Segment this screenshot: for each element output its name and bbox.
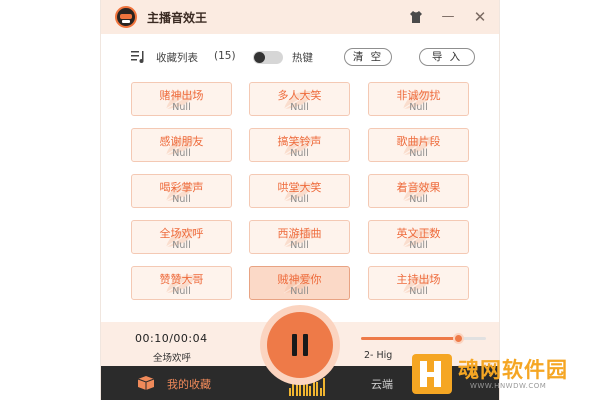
sound-hotkey: Null: [172, 240, 191, 251]
sound-button[interactable]: 贼神爱你 Null: [249, 266, 350, 300]
sound-hotkey: Null: [409, 194, 428, 205]
watermark-url: WWW.HNWDW.COM: [470, 382, 547, 390]
playlist-icon: [131, 51, 144, 63]
sound-name: 歌曲片段: [396, 135, 441, 148]
sound-name: 哄堂大笑: [277, 181, 322, 194]
sound-name: 英文正数: [396, 227, 441, 240]
watermark-h-icon: [412, 354, 452, 394]
sound-hotkey: Null: [290, 102, 309, 113]
sound-button[interactable]: 歌曲片段 Null: [368, 128, 469, 162]
sound-hotkey: Null: [409, 240, 428, 251]
sound-hotkey: Null: [172, 148, 191, 159]
sound-hotkey: Null: [290, 194, 309, 205]
sound-button[interactable]: 感谢朋友 Null: [131, 128, 232, 162]
favorites-box-icon: [137, 376, 155, 390]
now-playing-name: 全场欢呼: [153, 353, 192, 364]
wave-bar: [292, 382, 295, 396]
sound-name: 西游插曲: [277, 227, 322, 240]
minimize-icon[interactable]: —: [439, 8, 457, 26]
sound-button[interactable]: 喝彩掌声 Null: [131, 174, 232, 208]
sound-button[interactable]: 哄堂大笑 Null: [249, 174, 350, 208]
app-logo-icon: [115, 6, 137, 28]
sound-name: 着音效果: [396, 181, 441, 194]
sound-name: 搞笑铃声: [277, 135, 322, 148]
sound-name: 喝彩掌声: [159, 181, 204, 194]
sound-button[interactable]: 多人大笑 Null: [249, 82, 350, 116]
sound-hotkey: Null: [409, 286, 428, 297]
sound-button[interactable]: 赞赞大哥 Null: [131, 266, 232, 300]
pause-button[interactable]: [267, 312, 333, 378]
sound-name: 贼神爱你: [277, 273, 322, 286]
wave-bar: [316, 382, 319, 396]
wave-bar: [312, 374, 315, 396]
favorites-label: 收藏列表: [156, 52, 198, 64]
title-bar: 主播音效王 — ✕: [101, 0, 499, 34]
watermark-name: 魂网软件园: [458, 358, 568, 382]
wave-bar: [323, 378, 325, 396]
wave-bar: [299, 384, 302, 396]
sound-button[interactable]: 全场欢呼 Null: [131, 220, 232, 254]
wave-bar: [309, 386, 312, 396]
sound-hotkey: Null: [409, 102, 428, 113]
close-icon[interactable]: ✕: [471, 8, 489, 26]
sound-hotkey: Null: [409, 148, 428, 159]
sound-hotkey: Null: [290, 240, 309, 251]
sound-name: 主持出场: [396, 273, 441, 286]
pause-bar-right: [303, 334, 308, 356]
app-title: 主播音效王: [147, 11, 208, 25]
sound-name: 全场欢呼: [159, 227, 204, 240]
sound-button[interactable]: 西游插曲 Null: [249, 220, 350, 254]
toolbar: 收藏列表 (15) 热键 清 空 导 入: [101, 44, 499, 70]
cloud-tab[interactable]: 云端: [371, 376, 393, 392]
playback-time: 00:10/00:04: [135, 332, 208, 345]
wave-bar: [295, 376, 298, 396]
volume-slider[interactable]: [361, 333, 486, 344]
sound-name: 赞赞大哥: [159, 273, 204, 286]
clear-button[interactable]: 清 空: [344, 48, 392, 66]
favorites-count: (15): [214, 50, 236, 62]
sound-button[interactable]: 着音效果 Null: [368, 174, 469, 208]
import-button[interactable]: 导 入: [419, 48, 475, 66]
wave-bar: [319, 388, 322, 396]
sound-name: 感谢朋友: [159, 135, 204, 148]
sound-button[interactable]: 非诚勿扰 Null: [368, 82, 469, 116]
hotkey-toggle[interactable]: [253, 51, 283, 64]
quality-label: 2- Hig: [364, 350, 393, 361]
sound-button[interactable]: 英文正数 Null: [368, 220, 469, 254]
volume-knob[interactable]: [452, 333, 464, 344]
sound-button[interactable]: 搞笑铃声 Null: [249, 128, 350, 162]
wave-bar: [306, 380, 308, 396]
volume-fill: [361, 337, 459, 340]
sound-button[interactable]: 主持出场 Null: [368, 266, 469, 300]
pause-bar-left: [292, 334, 297, 356]
skin-icon[interactable]: [407, 8, 425, 26]
hotkey-label: 热键: [292, 52, 313, 64]
app-window: 主播音效王 — ✕ 收藏列表 (15) 热键 清 空 导 入 赌神出场 Null 多…: [100, 0, 500, 400]
sound-button[interactable]: 赌神出场 Null: [131, 82, 232, 116]
sound-hotkey: Null: [290, 286, 309, 297]
wave-bar: [289, 388, 291, 396]
my-favorites-tab[interactable]: 我的收藏: [167, 376, 211, 392]
sound-hotkey: Null: [172, 286, 191, 297]
sound-hotkey: Null: [172, 102, 191, 113]
sound-hotkey: Null: [290, 148, 309, 159]
sound-name: 非诚勿扰: [396, 89, 441, 102]
sound-name: 多人大笑: [277, 89, 322, 102]
watermark-logo: 魂网软件园 WWW.HNWDW.COM: [412, 352, 600, 398]
sound-name: 赌神出场: [159, 89, 204, 102]
sound-hotkey: Null: [172, 194, 191, 205]
